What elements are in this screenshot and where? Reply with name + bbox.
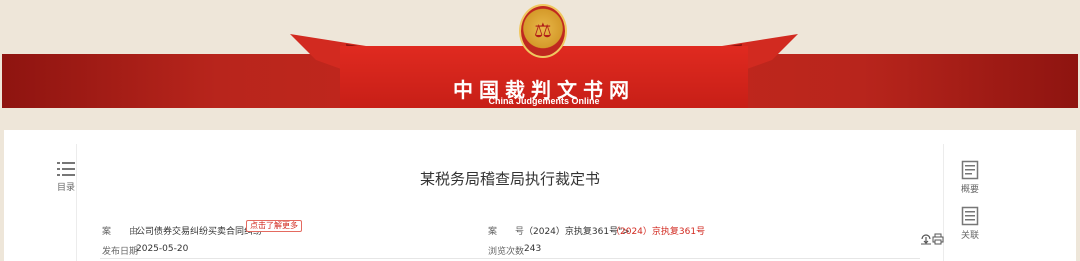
learn-more-link[interactable]: 点击了解更多 — [246, 220, 302, 232]
list-icon — [57, 162, 75, 176]
download-icon[interactable] — [920, 233, 932, 245]
print-icon[interactable] — [932, 233, 944, 245]
case-number-label: 案 号 — [488, 227, 525, 237]
publish-date-label: 发布日期 — [102, 247, 139, 257]
overview-label: 概要 — [960, 184, 979, 194]
related-label: 关联 — [960, 230, 979, 240]
views-value: 243 — [524, 244, 542, 254]
toc-label: 目录 — [56, 182, 75, 192]
case-number-value: （2024）京执复361号 — [611, 227, 706, 237]
overview-button[interactable]: 概要 — [954, 160, 986, 195]
publish-date-value: 2025-05-20 — [136, 244, 189, 254]
site-subtitle: China Judgements Online — [488, 96, 600, 106]
related-button[interactable]: 关联 — [954, 206, 986, 241]
cause-label: 案 由 — [102, 227, 139, 237]
meta-divider — [100, 258, 920, 259]
document-icon — [961, 160, 979, 180]
cause-value: 公司债券交易纠纷买卖合同纠纷 — [136, 227, 263, 237]
document-title: 某税务局稽查局执行裁定书 — [419, 170, 600, 188]
site-header: ⚖ 中国裁判文书网 China Judgements Online — [0, 0, 1080, 122]
court-emblem-icon: ⚖ — [519, 4, 567, 58]
views-label: 浏览次数 — [488, 247, 525, 257]
related-docs-icon — [961, 206, 979, 226]
